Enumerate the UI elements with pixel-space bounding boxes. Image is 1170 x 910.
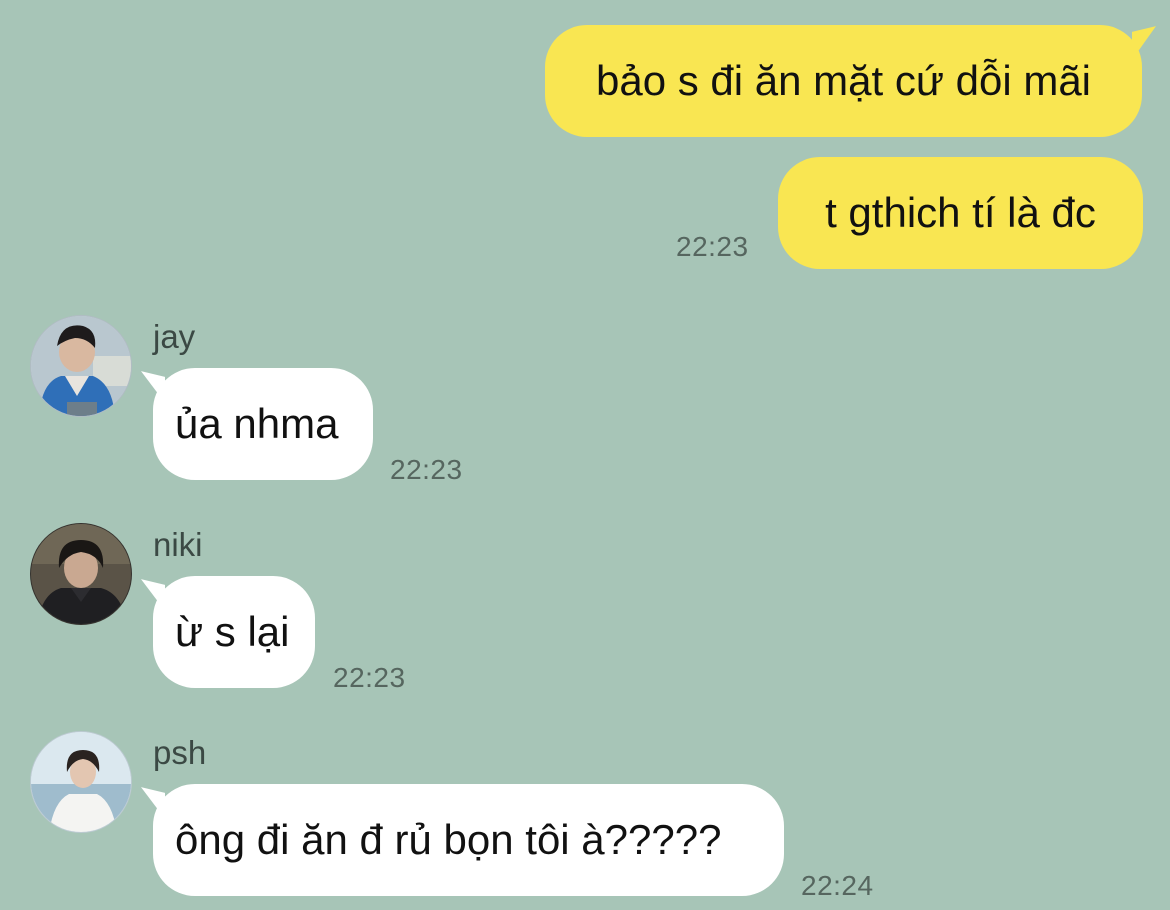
bubble-tail <box>141 575 165 611</box>
message-text: bảo s đi ăn mặt cứ dỗi mãi <box>595 57 1092 104</box>
message-text: ừ s lại <box>175 608 290 655</box>
avatar-psh[interactable] <box>30 731 132 833</box>
chat-thread: bảo s đi ăn mặt cứ dỗi mãi t gthich tí l… <box>0 0 1170 910</box>
incoming-message-bubble[interactable]: ông đi ăn đ rủ bọn tôi à????? <box>141 783 784 896</box>
profile-photo-icon <box>31 316 131 416</box>
profile-photo-icon <box>31 732 131 832</box>
avatar-niki[interactable] <box>30 523 132 625</box>
message-text: ông đi ăn đ rủ bọn tôi à????? <box>175 816 722 863</box>
avatar-jay[interactable] <box>30 315 132 417</box>
message-timestamp: 22:23 <box>676 231 749 262</box>
message-timestamp: 22:23 <box>390 454 463 485</box>
bubble-tail <box>141 783 165 819</box>
message-timestamp: 22:24 <box>801 870 874 901</box>
bubble-tail <box>1132 22 1156 60</box>
profile-photo-icon <box>31 524 131 624</box>
outgoing-message-bubble[interactable]: t gthich tí là đc <box>778 157 1143 269</box>
message-timestamp: 22:23 <box>333 662 406 693</box>
message-text: ủa nhma <box>175 400 339 447</box>
message-text: t gthich tí là đc <box>825 189 1096 236</box>
sender-name: jay <box>153 318 196 355</box>
incoming-message-bubble[interactable]: ủa nhma <box>141 367 373 480</box>
outgoing-message-bubble[interactable]: bảo s đi ăn mặt cứ dỗi mãi <box>545 22 1156 137</box>
sender-name: psh <box>153 734 207 771</box>
incoming-message-bubble[interactable]: ừ s lại <box>141 575 315 688</box>
bubble-tail <box>141 367 165 403</box>
sender-name: niki <box>153 526 203 563</box>
